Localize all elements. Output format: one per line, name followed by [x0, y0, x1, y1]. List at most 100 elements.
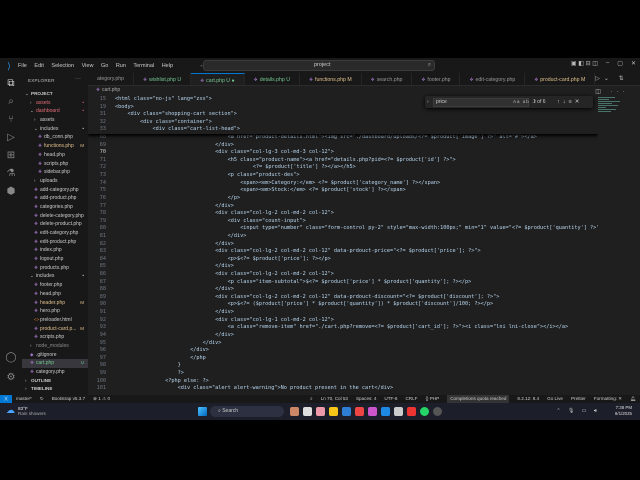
formatting[interactable]: Formatting: ✕: [594, 395, 622, 403]
zoom-icon[interactable]: ⌕: [310, 395, 313, 403]
prettier[interactable]: Prettier: [571, 395, 586, 403]
bell-icon[interactable]: 🔔︎: [630, 395, 636, 403]
tree-item[interactable]: › node_modules: [22, 342, 88, 351]
menu-file[interactable]: File: [18, 63, 27, 69]
taskbar-app-icon[interactable]: [407, 407, 416, 416]
taskbar-app-icon[interactable]: [290, 407, 299, 416]
explorer-icon[interactable]: ⧉: [4, 77, 18, 91]
extensions-icon[interactable]: ⊞: [4, 149, 18, 163]
encoding[interactable]: UTF-8: [384, 395, 397, 403]
tree-item[interactable]: ◆ .gitignore: [22, 351, 88, 360]
tree-item[interactable]: ❖ add-product.php: [22, 194, 88, 203]
more-icon[interactable]: ···: [75, 76, 81, 82]
tree-item[interactable]: ❖ edit-product.php: [22, 238, 88, 247]
store-icon[interactable]: [342, 407, 351, 416]
tree-item[interactable]: › assets •: [22, 99, 88, 108]
taskbar-app-icon[interactable]: [368, 407, 377, 416]
tree-item[interactable]: ❖ scripts.php: [22, 333, 88, 342]
menu-go[interactable]: Go: [101, 63, 108, 69]
tab[interactable]: ❖ search.php: [362, 73, 413, 85]
indentation[interactable]: Spaces: 4: [356, 395, 376, 403]
tree-item[interactable]: ❖ add-category.php: [22, 186, 88, 195]
clock[interactable]: 7:38 PM 9/1/2025: [615, 405, 632, 417]
tab[interactable]: ❖ edit-category.php: [460, 73, 526, 85]
taskbar-app-icon[interactable]: [316, 407, 325, 416]
tree-item[interactable]: ⌄ includes •: [22, 125, 88, 134]
tree-item[interactable]: › assets: [22, 116, 88, 125]
menu-help[interactable]: Help: [162, 63, 173, 69]
layout-icon[interactable]: ▣ ◧ ⊟ ◫: [571, 60, 598, 67]
editor-scrollbar[interactable]: [632, 96, 638, 395]
tab[interactable]: ❖ wishlist.php U: [134, 73, 192, 85]
account-icon[interactable]: ◯: [4, 351, 18, 365]
tab[interactable]: ❖ functions.php M: [300, 73, 362, 85]
sync-icon[interactable]: ↻: [40, 395, 44, 403]
taskbar-app-icon[interactable]: [394, 407, 403, 416]
tree-item[interactable]: ❖ sidebar.php: [22, 168, 88, 177]
tree-item[interactable]: ❖ logout.php: [22, 255, 88, 264]
tree-item[interactable]: ⌄ includes •: [22, 272, 88, 281]
minimap[interactable]: [598, 96, 626, 136]
system-tray-icons[interactable]: ⌃ 🎙︎ ▭ 🔊︎: [556, 408, 600, 414]
file-explorer-icon[interactable]: [329, 407, 338, 416]
tree-item[interactable]: ❖ edit-category.php: [22, 229, 88, 238]
tree-item[interactable]: ❖ delete-product.php: [22, 220, 88, 229]
command-center[interactable]: project ⌕: [203, 60, 435, 71]
tree-item[interactable]: ❖ hero.php: [22, 307, 88, 316]
tree-item[interactable]: ❖ index.php: [22, 246, 88, 255]
tree-item[interactable]: ⌄ dashboard •: [22, 107, 88, 116]
tree-item[interactable]: › OUTLINE: [22, 377, 88, 386]
tree-item[interactable]: ❖ category.php: [22, 368, 88, 377]
expand-replace-icon[interactable]: ›: [427, 99, 429, 105]
tab[interactable]: ❖ product-card.php M: [525, 73, 596, 85]
cursor-position[interactable]: Ln 70, Col 53: [321, 395, 348, 403]
tree-item[interactable]: ❖ footer.php: [22, 281, 88, 290]
copilot-quota[interactable]: Completions quota reached: [447, 395, 510, 403]
tab[interactable]: ❖ cart.php U ●: [191, 73, 245, 85]
vscode-taskbar-icon[interactable]: [381, 407, 390, 416]
tree-item[interactable]: ❖ header.php M: [22, 299, 88, 308]
tree-item[interactable]: ❖ scripts.php: [22, 160, 88, 169]
remote-icon[interactable]: ⟩⟨: [0, 395, 12, 403]
menu-edit[interactable]: Edit: [34, 63, 43, 69]
whatsapp-icon[interactable]: [420, 407, 429, 416]
code-editor[interactable]: 15 <html class="no-js" lang="zxx"> 19 <body…: [88, 96, 598, 395]
minimize-button[interactable]: –: [606, 60, 609, 67]
find-nav-buttons[interactable]: ↑↓≡✕: [557, 99, 582, 105]
taskbar-app-icon[interactable]: [303, 407, 312, 416]
taskbar-app-icon[interactable]: [355, 407, 364, 416]
tree-item[interactable]: ❖ head.php: [22, 290, 88, 299]
bootstrap-version[interactable]: Bootstrap v5.3.7: [52, 395, 85, 403]
language-mode[interactable]: {} PHP: [425, 395, 439, 403]
tab[interactable]: ❖ footer.php: [412, 73, 461, 85]
maximize-button[interactable]: ▢: [617, 60, 623, 67]
search-icon[interactable]: ⌕: [4, 95, 18, 109]
tree-item[interactable]: ⌄ PROJECT: [22, 90, 88, 99]
tree-item[interactable]: ❖ categories.php: [22, 203, 88, 212]
source-control-icon[interactable]: ⑂: [4, 113, 18, 127]
menu-run[interactable]: Run: [116, 63, 126, 69]
php-version[interactable]: 8.2.12: 8.4: [517, 395, 539, 403]
line-ending[interactable]: CRLF: [405, 395, 417, 403]
tree-item[interactable]: ❖ products.php: [22, 264, 88, 273]
tree-item[interactable]: ❖ product-card.p... M: [22, 325, 88, 334]
problems-count[interactable]: ⊗ 1 ⚠ 0: [93, 395, 110, 403]
tree-item[interactable]: ❖ head.php: [22, 151, 88, 160]
tree-item[interactable]: ❖ delete-category.php: [22, 212, 88, 221]
tree-item[interactable]: ❖ db_conn.php: [22, 133, 88, 142]
menu-terminal[interactable]: Terminal: [133, 63, 154, 69]
python-icon[interactable]: ⬢: [4, 185, 18, 199]
weather-widget[interactable]: ☁ 83°F Rain showers: [6, 405, 46, 416]
tree-item[interactable]: › uploads: [22, 177, 88, 186]
tab[interactable]: ❖ details.php U: [245, 73, 300, 85]
tree-item[interactable]: › TIMELINE: [22, 385, 88, 394]
start-button[interactable]: [198, 407, 207, 416]
editor-actions[interactable]: ▷⌄ ⇅ ◫ ···: [595, 73, 640, 95]
close-button[interactable]: ✕: [631, 60, 636, 67]
tree-item[interactable]: ❖ cart.php U: [22, 359, 88, 368]
settings-gear-icon[interactable]: ⚙: [4, 371, 18, 385]
menu-selection[interactable]: Selection: [51, 63, 74, 69]
run-debug-icon[interactable]: ▷: [4, 131, 18, 145]
testing-icon[interactable]: ⚗: [4, 167, 18, 181]
breadcrumb[interactable]: ❖ cart.php: [96, 87, 120, 93]
